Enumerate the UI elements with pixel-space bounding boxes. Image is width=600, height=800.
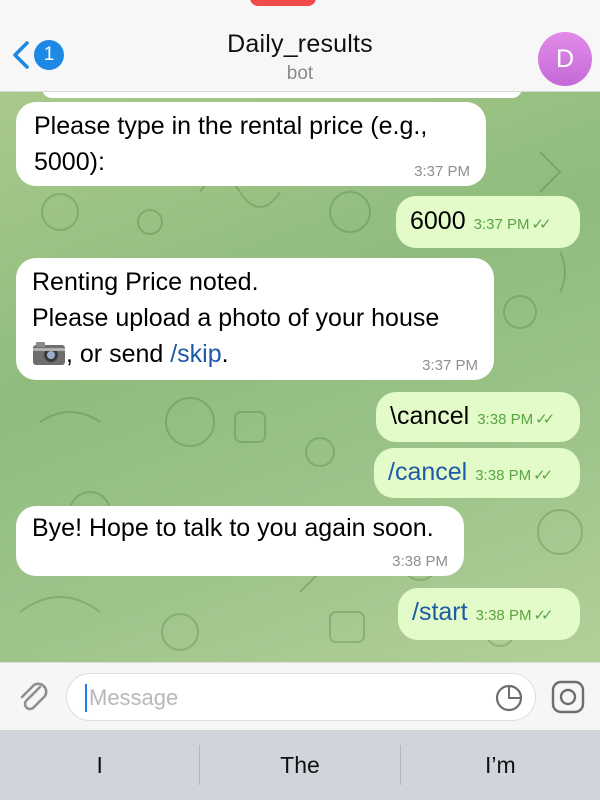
keyboard-suggestion-bar: I The I’m: [0, 730, 600, 800]
message-time: 3:38 PM: [475, 467, 532, 484]
read-check-icon: ✓✓: [531, 216, 552, 233]
message-text: 6000: [410, 207, 466, 235]
read-check-icon: ✓✓: [533, 467, 553, 484]
message-composer: Message: [0, 662, 600, 730]
message-time: 3:37 PM: [414, 163, 470, 180]
message-text: \cancel: [390, 402, 470, 430]
message-time: 3:38 PM: [392, 553, 448, 570]
message-text-line: Please type in the rental price (e.g.,: [34, 112, 428, 140]
chat-subtitle: bot: [286, 63, 314, 84]
paperclip-icon[interactable]: [14, 677, 52, 715]
message-bubble-outgoing[interactable]: \cancel 3:38 PM ✓✓: [376, 392, 580, 442]
message-text-line: , or send /skip.: [32, 336, 478, 372]
message-text-line: 5000):: [34, 148, 105, 176]
message-text-fragment: , or send: [66, 340, 171, 368]
message-text-line: Please upload a photo of your house: [32, 304, 440, 332]
chat-header: 1 Daily_results bot D: [0, 0, 600, 92]
chat-title: Daily_results: [227, 30, 373, 58]
message-bubble-incoming[interactable]: Please type in the rental price (e.g., 5…: [16, 102, 486, 186]
message-bubble-incoming[interactable]: Renting Price noted. Please upload a pho…: [16, 258, 494, 380]
message-text-fragment: .: [221, 340, 229, 368]
message-bubble-incoming[interactable]: Bye! Hope to talk to you again soon. 3:3…: [16, 506, 464, 576]
message-time: 3:37 PM: [422, 357, 478, 374]
skip-command-link[interactable]: /skip: [170, 340, 221, 368]
recording-indicator: [250, 0, 316, 6]
message-bubble-partial: [42, 92, 522, 98]
text-caret: [85, 684, 87, 712]
read-check-icon: ✓✓: [535, 411, 555, 428]
avatar[interactable]: D: [538, 32, 592, 86]
message-placeholder: Message: [89, 685, 179, 710]
message-time: 3:38 PM: [477, 411, 534, 428]
cancel-command-link[interactable]: /cancel: [388, 454, 467, 490]
status-bar: [0, 0, 600, 8]
message-bubble-outgoing[interactable]: /cancel 3:38 PM ✓✓: [374, 448, 580, 498]
message-text-line: Bye! Hope to talk to you again soon.: [32, 514, 434, 542]
message-time: 3:37 PM: [473, 216, 530, 233]
message-time: 3:38 PM: [475, 607, 532, 624]
chat-title-block[interactable]: Daily_results bot: [0, 30, 600, 85]
camera-icon: [33, 342, 65, 365]
message-text-line: Renting Price noted.: [32, 268, 259, 296]
message-list[interactable]: Please type in the rental price (e.g., 5…: [0, 92, 600, 662]
suggestion-item[interactable]: The: [200, 730, 399, 800]
message-input[interactable]: Message: [66, 673, 536, 721]
camera-capture-icon[interactable]: [550, 679, 586, 715]
read-check-icon: ✓✓: [533, 607, 553, 624]
suggestion-item[interactable]: I: [0, 730, 199, 800]
message-bubble-outgoing[interactable]: 6000 3:37 PM ✓✓: [396, 196, 580, 248]
message-bubble-outgoing[interactable]: /start 3:38 PM ✓✓: [398, 588, 580, 640]
sticker-icon[interactable]: [495, 684, 523, 712]
suggestion-item[interactable]: I’m: [401, 730, 600, 800]
start-command-link[interactable]: /start: [412, 594, 468, 630]
